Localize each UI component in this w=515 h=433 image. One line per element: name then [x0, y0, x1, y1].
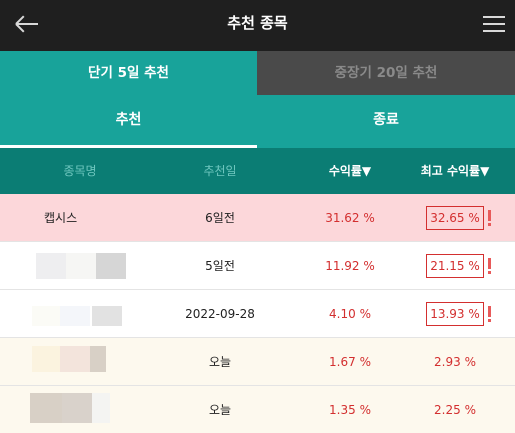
max-return-cell: 2.25 % [415, 386, 495, 433]
max-return-value: 2.93 % [434, 355, 476, 369]
redacted-stock-name [66, 253, 96, 279]
return-value: 1.35 % [329, 403, 371, 417]
table-row[interactable]: 캡시스 6일전 31.62 % 32.65 % [0, 194, 515, 242]
tab-short-term[interactable]: 단기 5일 추천 [0, 51, 257, 95]
return-value: 4.10 % [329, 307, 371, 321]
period-tabs: 단기 5일 추천 중장기 20일 추천 [0, 51, 515, 95]
redacted-stock-name [60, 346, 90, 372]
recommend-date: 5일전 [205, 259, 235, 273]
max-return-value: 21.15 % [426, 254, 484, 278]
redacted-stock-name [30, 393, 62, 423]
redacted-stock-name [60, 306, 90, 326]
sort-by-return-button[interactable]: 수익률▼ [290, 148, 410, 194]
hamburger-menu-icon[interactable] [483, 14, 505, 34]
redacted-stock-name [32, 346, 60, 372]
recommend-date: 오늘 [208, 403, 232, 417]
return-value: 11.92 % [325, 259, 375, 273]
max-return-cell: 32.65 % [415, 194, 495, 242]
stock-name: 캡시스 [44, 211, 78, 225]
exclamation-icon [488, 210, 491, 227]
redacted-stock-name [92, 393, 110, 423]
tab-recommend[interactable]: 추천 [0, 95, 257, 148]
max-return-cell: 21.15 % [415, 242, 495, 290]
tab-long-term[interactable]: 중장기 20일 추천 [257, 51, 515, 95]
redacted-stock-name [96, 253, 126, 279]
exclamation-icon [488, 258, 491, 275]
table-header: 종목명 추천일 수익률▼ 최고 수익률▼ [0, 148, 515, 194]
redacted-stock-name [92, 306, 122, 326]
recommend-date: 6일전 [205, 211, 235, 225]
return-value: 31.62 % [325, 211, 375, 225]
column-header-date: 추천일 [203, 164, 237, 178]
page-title: 추천 종목 [227, 14, 288, 32]
redacted-stock-name [90, 346, 106, 372]
redacted-stock-name [62, 393, 92, 423]
max-return-cell: 13.93 % [415, 290, 495, 338]
sort-by-max-return-button[interactable]: 최고 수익률▼ [400, 148, 510, 194]
tab-ended[interactable]: 종료 [257, 95, 515, 148]
max-return-value: 13.93 % [426, 302, 484, 326]
top-app-bar: 추천 종목 [0, 0, 515, 51]
max-return-value: 32.65 % [426, 206, 484, 230]
recommend-date: 오늘 [208, 355, 232, 369]
column-header-name: 종목명 [63, 164, 97, 178]
max-return-cell: 2.93 % [415, 338, 495, 386]
status-tabs: 추천 종료 [0, 95, 515, 148]
redacted-stock-name [32, 306, 60, 326]
recommend-date: 2022-09-28 [185, 307, 255, 321]
return-value: 1.67 % [329, 355, 371, 369]
exclamation-icon [488, 306, 491, 323]
max-return-value: 2.25 % [434, 403, 476, 417]
redacted-stock-name [36, 253, 66, 279]
